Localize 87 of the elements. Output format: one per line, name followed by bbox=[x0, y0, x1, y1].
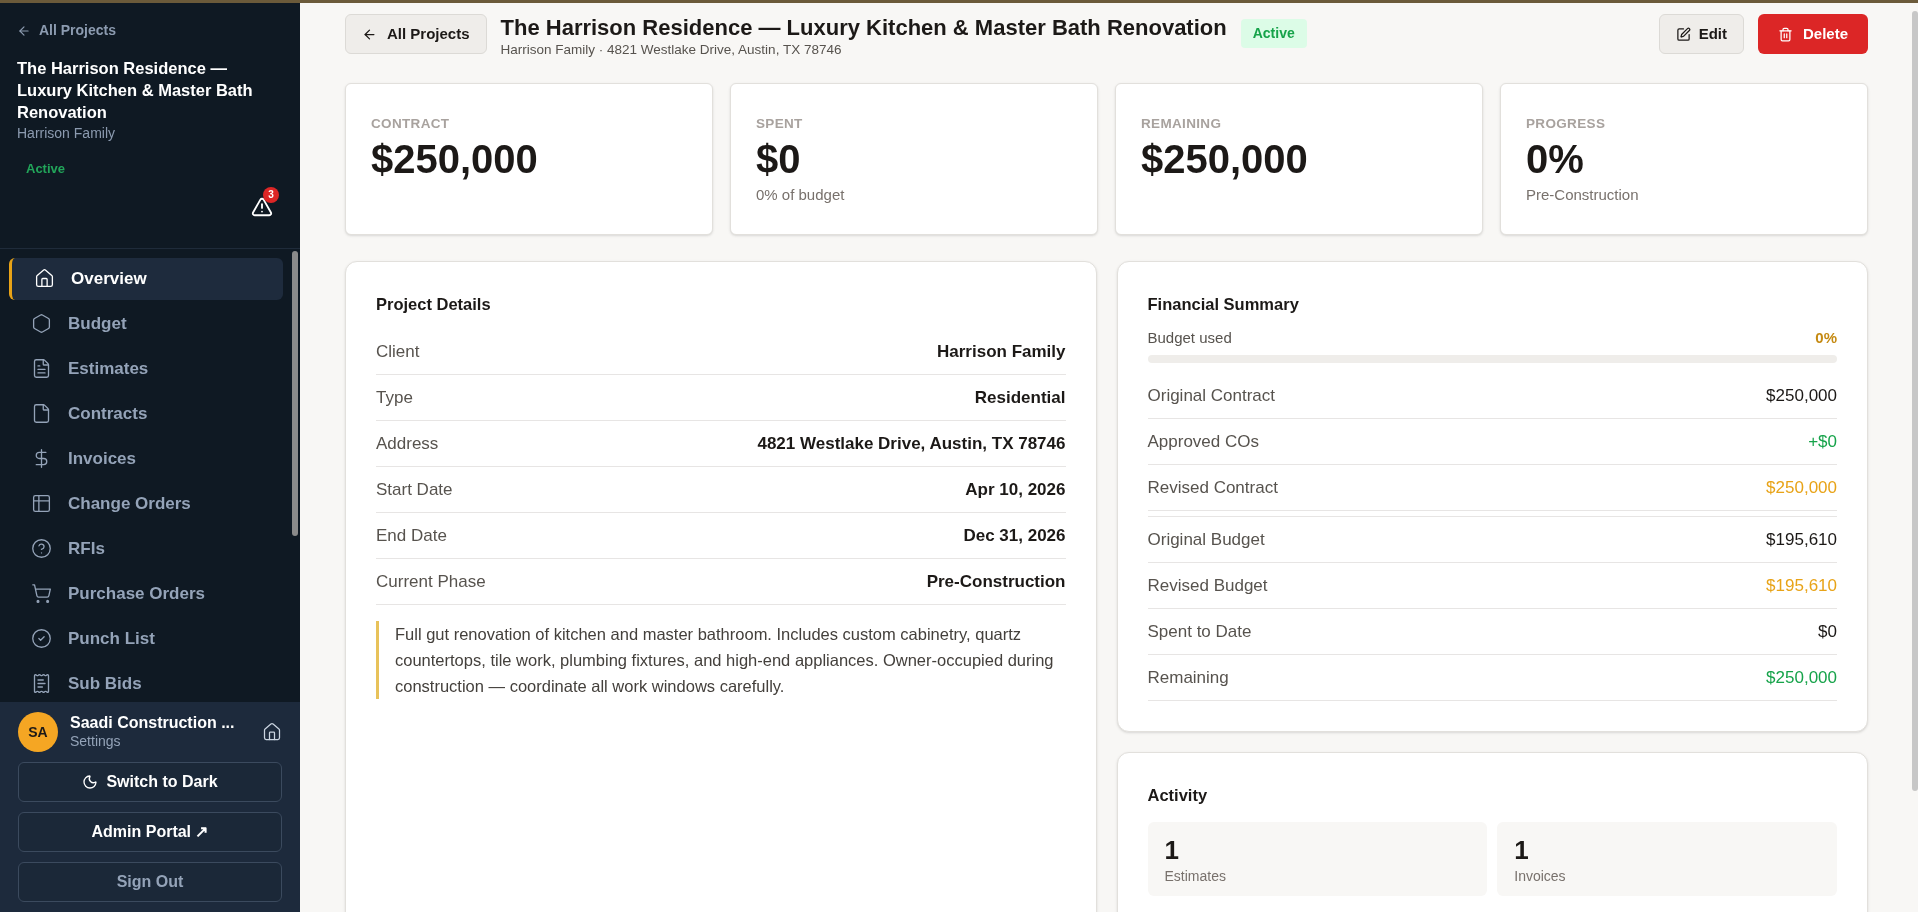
status-badge: Active bbox=[1240, 19, 1307, 48]
admin-portal-button[interactable]: Admin Portal ↗ bbox=[18, 812, 282, 852]
stat-value: $250,000 bbox=[1141, 136, 1309, 184]
all-projects-link[interactable]: All Projects bbox=[17, 20, 283, 41]
nav-item[interactable]: Budget bbox=[9, 302, 283, 345]
edit-button[interactable]: Edit bbox=[1658, 14, 1744, 54]
row-label: Remaining bbox=[1147, 667, 1229, 689]
stat-label: PROGRESS bbox=[1526, 115, 1607, 133]
row-label: Original Contract bbox=[1147, 385, 1276, 407]
help-icon bbox=[31, 538, 52, 559]
project-title: The Harrison Residence — Luxury Kitchen & Master Bath Renovation bbox=[17, 58, 254, 123]
sign-out-button[interactable]: Sign Out bbox=[18, 862, 282, 902]
activity-count: 1 bbox=[1164, 834, 1180, 866]
nav-item[interactable]: Sub Bids bbox=[9, 662, 283, 702]
notification-badge: 3 bbox=[263, 186, 279, 203]
nav-item[interactable]: Estimates bbox=[9, 347, 283, 390]
row-value: $250,000 bbox=[1766, 477, 1837, 499]
row-value: $250,000 bbox=[1766, 385, 1837, 407]
row-value: $195,610 bbox=[1766, 529, 1837, 551]
row-label: Revised Budget bbox=[1147, 575, 1268, 597]
avatar: SA bbox=[18, 712, 58, 752]
status-label: Active bbox=[26, 160, 67, 178]
nav-item[interactable]: Contracts bbox=[9, 392, 283, 435]
detail-label: Address bbox=[376, 432, 439, 455]
nav-item[interactable]: Punch List bbox=[9, 617, 283, 660]
page-subtitle: Harrison Family · 4821 Westlake Drive, Austin, TX 78746 bbox=[500, 41, 843, 59]
settings-link[interactable]: Settings bbox=[70, 733, 250, 751]
budget-used-reading: 0% bbox=[1815, 327, 1837, 348]
cart-icon bbox=[31, 583, 52, 604]
card-title: Activity bbox=[1147, 785, 1209, 807]
detail-label: Client bbox=[376, 340, 420, 363]
alert-button[interactable]: 3 bbox=[251, 186, 279, 220]
stat-value: $0 bbox=[756, 136, 802, 184]
stat-note: Pre-Construction bbox=[1526, 185, 1640, 206]
row-value: +$0 bbox=[1808, 431, 1837, 453]
document-icon bbox=[31, 358, 52, 379]
budget-used-label: Budget used bbox=[1147, 327, 1232, 348]
moon-icon bbox=[82, 774, 99, 790]
delete-button[interactable]: Delete bbox=[1757, 14, 1868, 54]
nav-item[interactable]: Purchase Orders bbox=[9, 572, 283, 615]
detail-label: Type bbox=[376, 386, 413, 409]
home-icon bbox=[34, 268, 55, 289]
stat-note: 0% of budget bbox=[756, 185, 846, 206]
stat-value: 0% bbox=[1526, 136, 1585, 184]
trash-icon bbox=[1777, 26, 1793, 42]
file-icon bbox=[31, 403, 52, 424]
detail-value: 4821 Westlake Drive, Austin, TX 78746 bbox=[757, 432, 1066, 455]
row-label: Original Budget bbox=[1147, 529, 1265, 551]
row-label: Revised Contract bbox=[1147, 477, 1278, 499]
nav-item[interactable]: Invoices bbox=[9, 437, 283, 480]
theme-toggle-button[interactable]: Switch to Dark bbox=[18, 762, 282, 802]
detail-value: Apr 10, 2026 bbox=[965, 478, 1066, 501]
stat-label: REMAINING bbox=[1141, 115, 1223, 133]
all-projects-button[interactable]: All Projects bbox=[345, 14, 487, 54]
stat-label: CONTRACT bbox=[371, 115, 451, 133]
hexagon-icon bbox=[31, 313, 52, 334]
detail-value: Pre-Construction bbox=[926, 570, 1066, 593]
row-value: $0 bbox=[1818, 621, 1837, 643]
detail-value: Harrison Family bbox=[937, 340, 1066, 363]
table-icon bbox=[31, 493, 52, 514]
card-title: Financial Summary bbox=[1147, 294, 1300, 315]
row-label: Approved COs bbox=[1147, 431, 1259, 453]
activity-count: 1 bbox=[1514, 834, 1530, 866]
nav-item[interactable]: Change Orders bbox=[9, 482, 283, 525]
home-icon[interactable] bbox=[262, 722, 282, 742]
detail-value: Dec 31, 2026 bbox=[963, 524, 1066, 547]
receipt-icon bbox=[31, 673, 52, 694]
detail-label: Start Date bbox=[376, 478, 453, 501]
row-value: $195,610 bbox=[1766, 575, 1837, 597]
nav-item[interactable]: Overview bbox=[9, 257, 283, 300]
nav-item[interactable]: RFIs bbox=[9, 527, 283, 570]
check-circle-icon bbox=[31, 628, 52, 649]
card-title: Project Details bbox=[376, 294, 492, 315]
stat-label: SPENT bbox=[756, 115, 804, 133]
detail-label: Current Phase bbox=[376, 570, 486, 593]
stat-value: $250,000 bbox=[371, 136, 539, 184]
activity-label: Estimates bbox=[1164, 867, 1227, 886]
company-name: Saadi Construction ... bbox=[70, 713, 236, 734]
page-title: The Harrison Residence — Luxury Kitchen & Master Bath Renovation bbox=[500, 14, 1227, 42]
project-description: Full gut renovation of kitchen and master bathroom. Includes custom cabinetry, quartz countertops, tile work, plumbing fixtures, and high-end appliances. Owner-occupied during construction — coordinate all work windows carefully. bbox=[376, 620, 1066, 699]
client-name: Harrison Family bbox=[17, 124, 116, 143]
row-value: $250,000 bbox=[1766, 667, 1837, 689]
detail-value: Residential bbox=[974, 386, 1066, 409]
detail-label: End Date bbox=[376, 524, 447, 547]
activity-label: Invoices bbox=[1514, 867, 1567, 886]
row-label: Spent to Date bbox=[1147, 621, 1252, 643]
edit-icon bbox=[1675, 26, 1691, 42]
